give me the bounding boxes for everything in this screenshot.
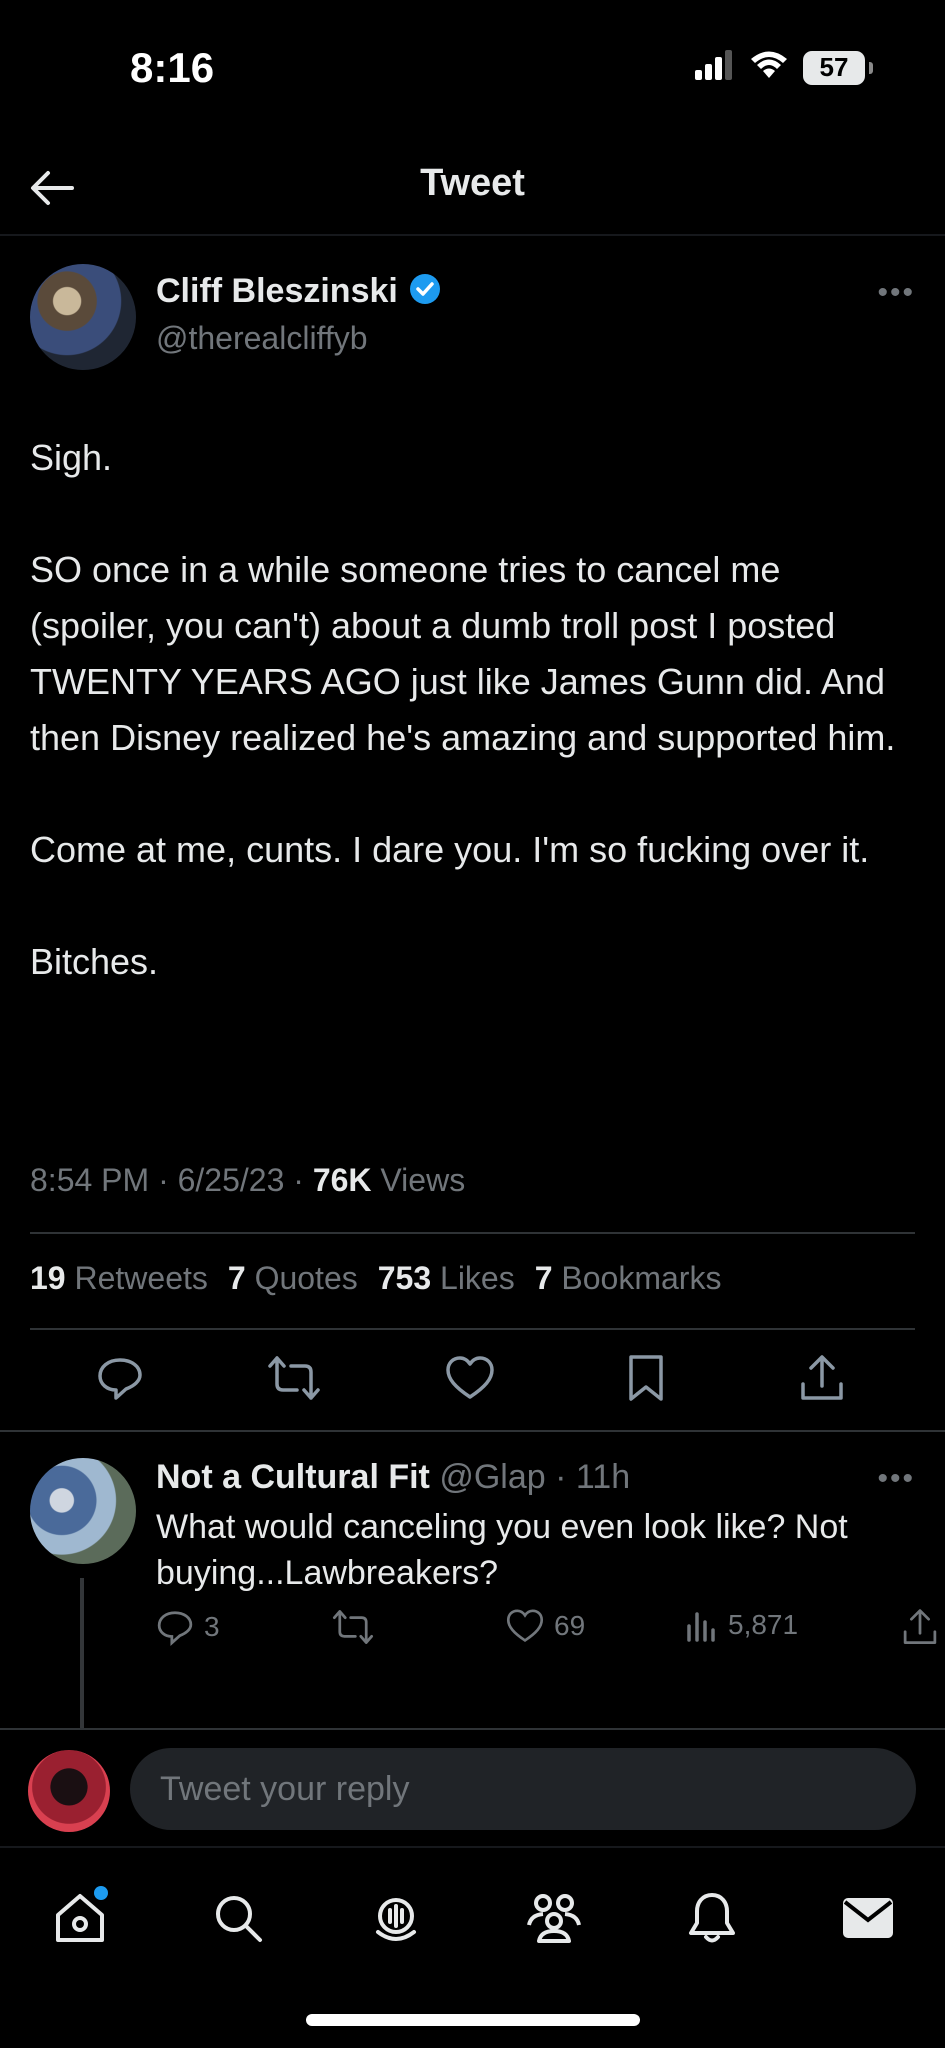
status-icons: 57 xyxy=(695,50,873,85)
status-time: 8:16 xyxy=(130,44,215,91)
tweet-actions xyxy=(0,1348,945,1414)
status-bar: 8:16 57 xyxy=(0,0,945,140)
bookmarks-stat[interactable]: 7 Bookmarks xyxy=(535,1260,722,1297)
tab-spaces[interactable] xyxy=(364,1886,428,1950)
views-count: 76K xyxy=(312,1162,372,1198)
divider xyxy=(30,1328,915,1330)
spaces-icon xyxy=(376,1898,416,1941)
heart-icon xyxy=(446,1356,494,1399)
bottom-tab-bar xyxy=(0,1846,945,2048)
share-icon xyxy=(903,1609,937,1645)
tweet-meta: 8:54 PM · 6/25/23 · 76K Views xyxy=(30,1162,466,1198)
mail-icon xyxy=(843,1898,893,1938)
battery-icon: 57 xyxy=(803,50,873,85)
reply-composer: Tweet your reply xyxy=(0,1728,945,1844)
header-divider xyxy=(0,234,945,236)
tab-communities[interactable] xyxy=(522,1886,586,1950)
reply-author-handle[interactable]: @Glap xyxy=(439,1458,545,1496)
reply-input[interactable]: Tweet your reply xyxy=(130,1748,916,1830)
communities-icon xyxy=(527,1894,581,1943)
tweet-paragraph: SO once in a while someone tries to canc… xyxy=(30,549,896,758)
bell-icon xyxy=(689,1893,735,1943)
reply-avatar[interactable] xyxy=(30,1458,136,1564)
tweet-date: 6/25/23 xyxy=(177,1162,285,1198)
top-header: Tweet xyxy=(0,140,945,236)
bookmark-button[interactable] xyxy=(616,1348,676,1408)
more-options-icon[interactable]: ••• xyxy=(877,276,915,310)
signal-icon xyxy=(695,50,735,85)
reply-icon xyxy=(98,1358,142,1400)
reply-more-icon[interactable]: ••• xyxy=(877,1462,915,1496)
bookmark-icon xyxy=(629,1355,663,1401)
home-indicator xyxy=(306,2014,640,2026)
reply-view-count: 5,871 xyxy=(728,1609,799,1640)
reply-reply-button[interactable]: 3 xyxy=(156,1608,220,1646)
tweet-text: Sigh. SO once in a while someone tries t… xyxy=(30,430,915,1046)
retweet-button[interactable] xyxy=(264,1348,324,1408)
tweet-paragraph: Come at me, cunts. I dare you. I'm so fu… xyxy=(30,829,870,870)
reply-icon xyxy=(157,1611,193,1646)
notification-dot xyxy=(94,1886,108,1900)
wifi-icon xyxy=(749,50,789,85)
reply-like-button[interactable]: 69 xyxy=(506,1608,585,1644)
tweet-paragraph: Sigh. xyxy=(30,437,113,478)
tweet-time: 8:54 PM xyxy=(30,1162,150,1198)
likes-stat[interactable]: 753 Likes xyxy=(378,1260,515,1297)
author-avatar[interactable] xyxy=(30,264,136,370)
share-icon xyxy=(801,1355,843,1400)
quotes-stat[interactable]: 7 Quotes xyxy=(228,1260,358,1297)
thread-line xyxy=(80,1578,84,1728)
retweets-stat[interactable]: 19 Retweets xyxy=(30,1260,208,1297)
my-avatar[interactable] xyxy=(28,1750,110,1832)
verified-badge-icon xyxy=(408,272,442,311)
tweet-author: Cliff Bleszinski @therealcliffyb ••• xyxy=(30,262,915,372)
reply-text: What would canceling you even look like?… xyxy=(156,1508,848,1592)
tab-messages[interactable] xyxy=(836,1886,900,1950)
tab-search[interactable] xyxy=(206,1886,270,1950)
heart-icon xyxy=(506,1609,544,1643)
reply-like-count: 69 xyxy=(554,1610,586,1641)
views-icon xyxy=(687,1612,715,1642)
retweet-icon xyxy=(332,1610,374,1644)
retweet-icon xyxy=(268,1356,320,1400)
tab-notifications[interactable] xyxy=(680,1886,744,1950)
author-handle[interactable]: @therealcliffyb xyxy=(156,320,368,357)
reply-count: 3 xyxy=(204,1611,220,1642)
reply-views-button[interactable]: 5,871 xyxy=(686,1608,798,1642)
divider xyxy=(0,1430,945,1432)
views-label: Views xyxy=(380,1162,466,1198)
divider xyxy=(30,1232,915,1234)
reply-age: 11h xyxy=(575,1458,631,1496)
author-name[interactable]: Cliff Bleszinski xyxy=(156,272,398,311)
page-title: Tweet xyxy=(420,162,525,204)
like-button[interactable] xyxy=(440,1348,500,1408)
reply-actions: 3 69 5,871 xyxy=(156,1608,937,1658)
reply-button[interactable] xyxy=(90,1348,150,1408)
reply-author-name[interactable]: Not a Cultural Fit xyxy=(156,1458,430,1496)
tab-home[interactable] xyxy=(48,1886,112,1950)
reply-retweet-button[interactable] xyxy=(332,1608,374,1646)
reply-share-button[interactable] xyxy=(902,1608,938,1646)
tweet-stats: 19 Retweets 7 Quotes 753 Likes 7 Bookmar… xyxy=(30,1260,721,1297)
tweet-paragraph: Bitches. xyxy=(30,941,159,982)
share-button[interactable] xyxy=(792,1348,852,1408)
search-icon xyxy=(216,1896,262,1942)
